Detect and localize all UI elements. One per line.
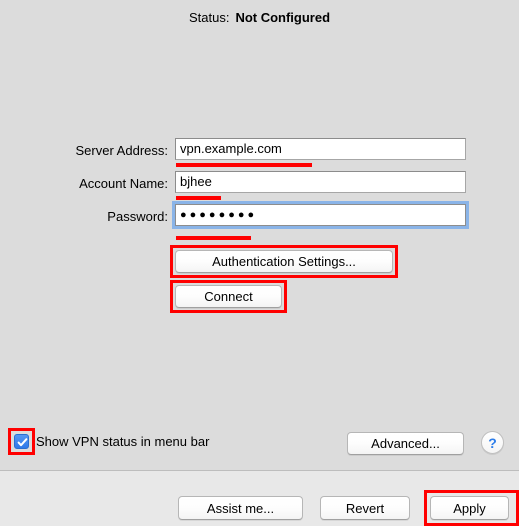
status-value: Not Configured xyxy=(235,10,331,25)
password-row: Password: ●●●●●●●● xyxy=(0,201,519,237)
password-label: Password: xyxy=(107,209,168,224)
annotation-underline-account-name xyxy=(176,196,221,200)
revert-button[interactable]: Revert xyxy=(320,496,410,520)
server-address-input[interactable]: vpn.example.com xyxy=(175,138,466,160)
authentication-settings-button[interactable]: Authentication Settings... xyxy=(175,250,393,273)
connect-button[interactable]: Connect xyxy=(175,285,282,308)
account-name-label: Account Name: xyxy=(79,176,168,191)
status-row: Status: Not Configured xyxy=(0,10,519,25)
annotation-underline-server-address xyxy=(176,163,312,167)
account-name-row: Account Name: bjhee xyxy=(0,171,519,204)
annotation-underline-password xyxy=(176,236,251,240)
apply-button[interactable]: Apply xyxy=(430,496,509,520)
help-button[interactable]: ? xyxy=(481,431,504,454)
advanced-button[interactable]: Advanced... xyxy=(347,432,464,455)
password-input[interactable]: ●●●●●●●● xyxy=(172,201,469,229)
status-label: Status: xyxy=(188,10,230,25)
server-address-label: Server Address: xyxy=(75,143,169,158)
show-vpn-status-label: Show VPN status in menu bar xyxy=(36,434,210,449)
show-vpn-status-checkbox[interactable] xyxy=(14,434,29,449)
assist-me-button[interactable]: Assist me... xyxy=(178,496,303,520)
show-vpn-status-row[interactable]: Show VPN status in menu bar xyxy=(14,434,209,449)
bottom-separator xyxy=(0,470,519,471)
vpn-form: Server Address: vpn.example.com Account … xyxy=(0,138,519,237)
account-name-input[interactable]: bjhee xyxy=(175,171,466,193)
checkmark-icon xyxy=(17,438,28,447)
